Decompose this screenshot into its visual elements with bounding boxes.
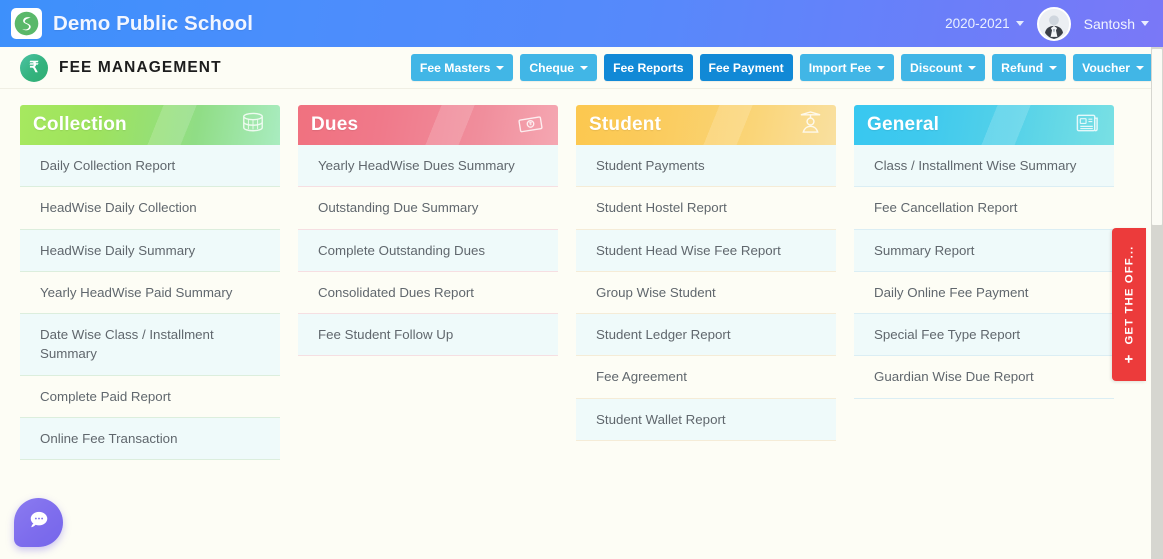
plus-icon: +: [1120, 353, 1138, 364]
chevron-down-icon: [1015, 21, 1024, 26]
nav-button-label: Fee Payment: [708, 60, 784, 75]
nav-button-label: Voucher: [1082, 60, 1130, 75]
list-item[interactable]: Consolidated Dues Report: [298, 271, 558, 315]
chevron-down-icon: [1049, 65, 1058, 70]
user-name: Santosh: [1083, 15, 1135, 32]
school-logo-icon: [11, 8, 42, 39]
nav-button-voucher[interactable]: Voucher: [1073, 54, 1153, 81]
card-header-student: Student: [576, 105, 836, 145]
list-item[interactable]: Summary Report: [854, 229, 1114, 272]
fee-management-page: Demo Public School 2020-2021 Santosh ₹ F…: [0, 0, 1163, 559]
chevron-down-icon: [877, 65, 886, 70]
session-selector[interactable]: 2020-2021: [945, 16, 1024, 31]
session-label: 2020-2021: [945, 16, 1010, 31]
report-card-grid: Collection Daily Collection Report HeadW…: [0, 105, 1163, 461]
page-scrollbar[interactable]: [1151, 47, 1163, 559]
list-item[interactable]: Fee Student Follow Up: [298, 314, 558, 357]
nav-button-label: Cheque: [529, 60, 575, 75]
nav-button-cheque[interactable]: Cheque: [520, 54, 598, 81]
nav-button-label: Fee Reports: [613, 60, 684, 75]
banknote-icon: [517, 111, 544, 140]
card-title: General: [867, 114, 940, 135]
chevron-down-icon: [1141, 21, 1149, 26]
card-header-general: General: [854, 105, 1114, 145]
list-item[interactable]: HeadWise Daily Collection: [20, 187, 280, 230]
offer-tab-label: GET THE OFF...: [1123, 245, 1135, 345]
card-list-student: Student Payments Student Hostel Report S…: [576, 145, 836, 441]
chevron-down-icon: [496, 65, 505, 70]
card-title: Collection: [33, 114, 127, 135]
list-item[interactable]: Student Wallet Report: [576, 398, 836, 441]
list-item[interactable]: Student Payments: [576, 145, 836, 188]
list-item[interactable]: Yearly HeadWise Paid Summary: [20, 271, 280, 315]
list-item[interactable]: Yearly HeadWise Dues Summary: [298, 145, 558, 188]
card-header-collection: Collection: [20, 105, 280, 145]
nav-button-label: Discount: [910, 60, 963, 75]
chevron-down-icon: [1136, 65, 1144, 70]
chevron-down-icon: [968, 65, 977, 70]
list-item[interactable]: Daily Collection Report: [20, 145, 280, 188]
list-item[interactable]: Fee Agreement: [576, 356, 836, 399]
newspaper-icon: [1075, 111, 1100, 140]
module-nav-bar: ₹ FEE MANAGEMENT Fee Masters Cheque Fee …: [0, 47, 1163, 89]
top-header: Demo Public School 2020-2021 Santosh: [0, 0, 1163, 47]
list-item[interactable]: Group Wise Student: [576, 271, 836, 315]
list-item[interactable]: Outstanding Due Summary: [298, 187, 558, 230]
list-item[interactable]: Daily Online Fee Payment: [854, 271, 1114, 315]
nav-button-fee-reports[interactable]: Fee Reports: [604, 54, 693, 81]
get-the-offer-tab[interactable]: + GET THE OFF...: [1112, 228, 1146, 381]
card-general: General Class / Installment Wise Summary…: [854, 105, 1114, 460]
module-identity: ₹ FEE MANAGEMENT: [20, 53, 222, 82]
nav-button-discount[interactable]: Discount: [901, 54, 986, 81]
card-title: Student: [589, 114, 662, 135]
graduate-icon: [799, 110, 822, 140]
nav-button-label: Import Fee: [808, 60, 872, 75]
list-item[interactable]: Online Fee Transaction: [20, 417, 280, 461]
card-list-general: Class / Installment Wise Summary Fee Can…: [854, 145, 1114, 399]
nav-button-fee-payment[interactable]: Fee Payment: [699, 54, 793, 81]
nav-button-label: Refund: [1001, 60, 1044, 75]
chat-bubble-icon: [27, 509, 51, 536]
card-title: Dues: [311, 114, 359, 135]
scrollbar-thumb[interactable]: [1152, 49, 1162, 225]
avatar[interactable]: [1036, 6, 1071, 41]
nav-button-label: Fee Masters: [419, 60, 491, 75]
card-dues: Dues Yearly HeadWise Dues Summary Outsta…: [298, 105, 558, 460]
list-item[interactable]: Student Ledger Report: [576, 314, 836, 357]
nav-button-refund[interactable]: Refund: [992, 54, 1067, 81]
nav-buttons: Fee Masters Cheque Fee Reports Fee Payme…: [410, 54, 1153, 81]
list-item[interactable]: Date Wise Class / Installment Summary: [20, 314, 280, 376]
user-menu[interactable]: Santosh: [1084, 16, 1149, 32]
chevron-down-icon: [580, 65, 589, 70]
rupee-icon: ₹: [20, 53, 48, 82]
card-collection: Collection Daily Collection Report HeadW…: [20, 105, 280, 461]
brand[interactable]: Demo Public School: [11, 8, 253, 39]
list-item[interactable]: Special Fee Type Report: [854, 314, 1114, 357]
chat-widget-button[interactable]: [14, 498, 63, 547]
card-student: Student Student Payments Student Hostel …: [576, 105, 836, 460]
list-item[interactable]: Complete Paid Report: [20, 375, 280, 418]
nav-button-import-fee[interactable]: Import Fee: [799, 54, 895, 81]
header-right: 2020-2021 Santosh: [945, 6, 1149, 41]
module-title: FEE MANAGEMENT: [59, 58, 222, 76]
list-item[interactable]: Complete Outstanding Dues: [298, 229, 558, 272]
offer-tab-inner: + GET THE OFF...: [1120, 245, 1138, 364]
coins-stack-icon: [240, 111, 266, 140]
list-item[interactable]: Fee Cancellation Report: [854, 187, 1114, 230]
list-item[interactable]: Guardian Wise Due Report: [854, 356, 1114, 399]
nav-button-fee-masters[interactable]: Fee Masters: [410, 54, 514, 81]
list-item[interactable]: Student Head Wise Fee Report: [576, 229, 836, 272]
brand-name: Demo Public School: [53, 11, 253, 35]
list-item[interactable]: Student Hostel Report: [576, 187, 836, 230]
card-header-dues: Dues: [298, 105, 558, 145]
card-list-dues: Yearly HeadWise Dues Summary Outstanding…: [298, 145, 558, 357]
list-item[interactable]: HeadWise Daily Summary: [20, 229, 280, 272]
list-item[interactable]: Class / Installment Wise Summary: [854, 145, 1114, 188]
card-list-collection: Daily Collection Report HeadWise Daily C…: [20, 145, 280, 461]
